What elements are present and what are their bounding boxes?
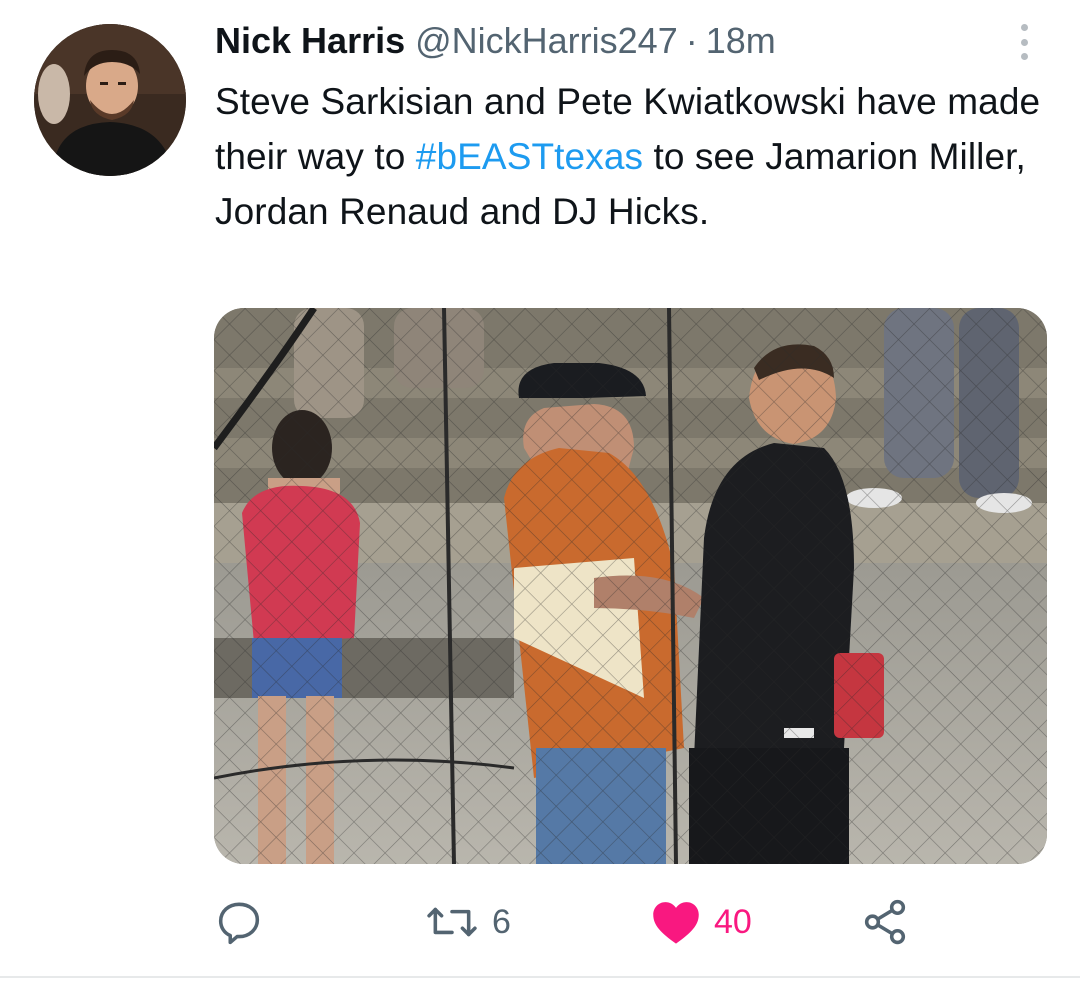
retweet-icon [427,907,477,937]
more-options-icon[interactable] [1016,24,1032,60]
retweet-count: 6 [492,902,511,941]
share-button[interactable] [860,890,922,954]
like-button[interactable]: 40 [650,890,752,954]
separator-dot: · [685,20,698,61]
share-icon [864,899,906,945]
more-dot [1020,38,1028,46]
like-count: 40 [714,902,752,941]
tweet-text: Steve Sarkisian and Pete Kwiatkowski hav… [215,74,1045,239]
reply-icon [218,902,260,945]
more-dot [1020,24,1028,31]
tweet-header: Nick Harris @NickHarris247 · 18m [215,18,776,64]
author-name[interactable]: Nick Harris [215,20,405,62]
hashtag-link[interactable]: #bEASTtexas [416,136,643,177]
retweet-button[interactable]: 6 [424,890,511,954]
tweet-photo[interactable] [214,308,1047,864]
author-avatar[interactable] [34,24,186,176]
reply-button[interactable] [214,890,276,954]
tweet-timestamp[interactable]: 18m [706,20,776,62]
more-dot [1020,53,1028,60]
heart-icon [653,902,699,944]
author-handle[interactable]: @NickHarris247 [415,20,678,62]
tweet[interactable]: Nick Harris @NickHarris247 · 18m Steve S… [0,0,1080,978]
tweet-actions: 6 40 [214,890,934,954]
